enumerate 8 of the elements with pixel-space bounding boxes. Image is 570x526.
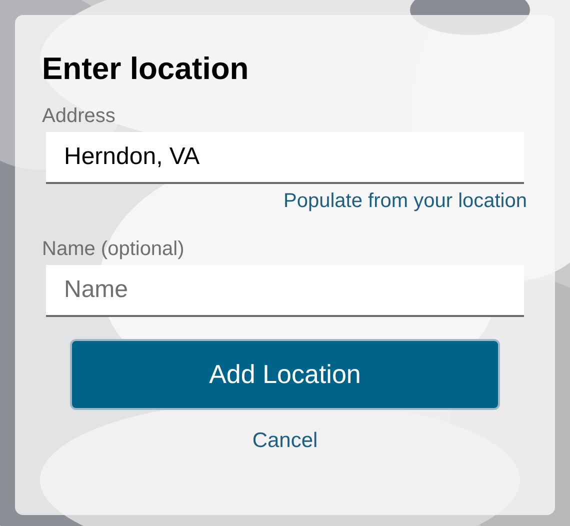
name-field[interactable]: Name [46, 265, 524, 317]
dialog-title: Enter location [42, 50, 249, 88]
field-label: Address [42, 104, 116, 128]
populate-link[interactable]: Populate from your location [284, 188, 527, 214]
add-location-button[interactable]: Add Location [70, 339, 500, 410]
cancel-link[interactable]: Cancel [252, 428, 318, 454]
address-field[interactable]: Herndon, VA [46, 132, 524, 184]
field-label: Name (optional) [42, 237, 184, 261]
